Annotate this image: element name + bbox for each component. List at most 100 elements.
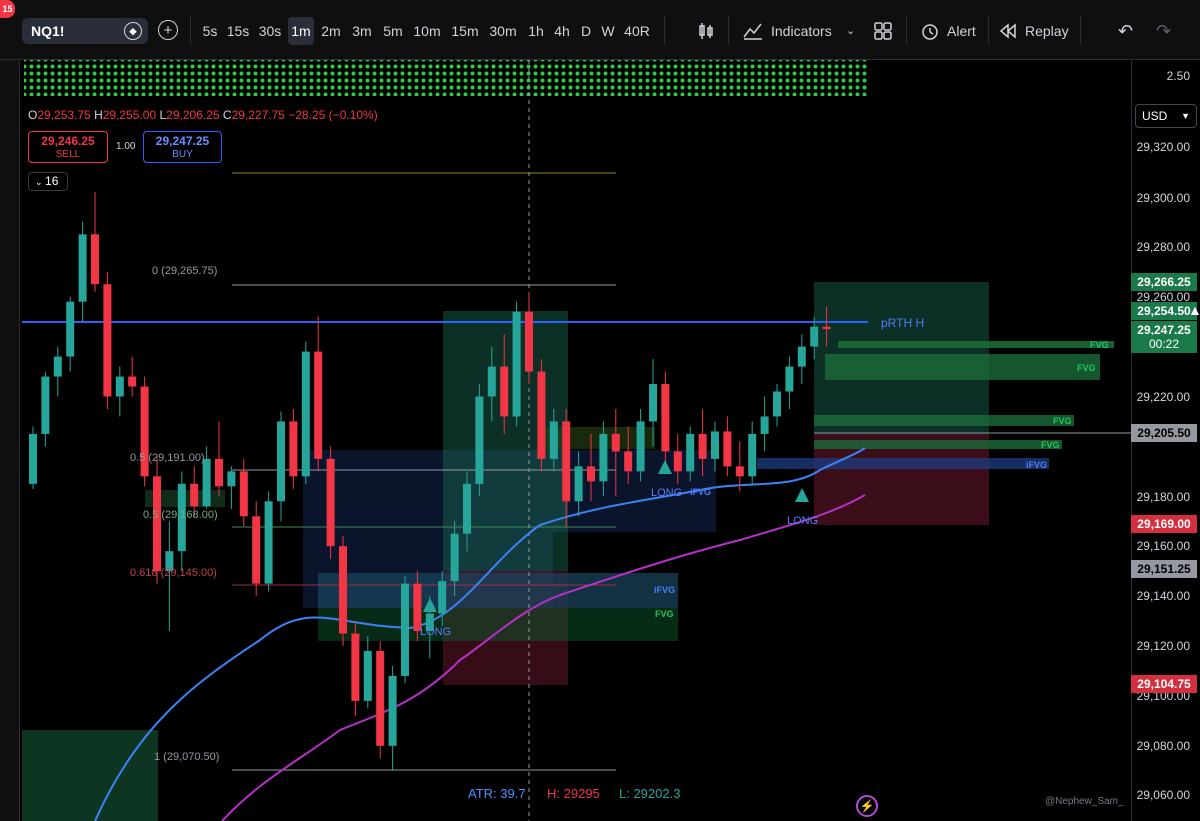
candle-body bbox=[599, 433, 608, 482]
candle-body bbox=[475, 396, 484, 484]
currency-select[interactable]: USD ▼ bbox=[1135, 104, 1197, 128]
long-label: LONG bbox=[651, 487, 683, 499]
indicators-collapse-toggle[interactable]: ⌄ 16 bbox=[28, 172, 68, 191]
author-watermark: @Nephew_Sam_ bbox=[1045, 796, 1124, 807]
candle-body bbox=[537, 371, 546, 459]
candle-body bbox=[636, 421, 645, 472]
sell-label: SELL bbox=[55, 149, 81, 160]
replay-button[interactable]: Replay bbox=[998, 17, 1069, 45]
candle-body bbox=[128, 376, 137, 387]
candle-body bbox=[326, 458, 335, 547]
candle-body bbox=[339, 546, 347, 634]
indicators-label: Indicators bbox=[771, 23, 832, 39]
fvg-tag: FVG bbox=[1077, 363, 1096, 373]
zone-ifvg-mid bbox=[318, 573, 678, 608]
candle-body bbox=[202, 458, 211, 507]
candle-body bbox=[190, 483, 199, 507]
ifvg-tag: iFVG bbox=[1026, 460, 1048, 470]
interval-1h[interactable]: 1h bbox=[524, 17, 548, 45]
interval-3m[interactable]: 3m bbox=[349, 17, 375, 45]
zone-ifvg-r bbox=[757, 458, 1049, 469]
interval-40r[interactable]: 40R bbox=[622, 17, 652, 45]
interval-5m[interactable]: 5m bbox=[380, 17, 406, 45]
candle-body bbox=[277, 421, 285, 502]
zone-fvg-r4 bbox=[814, 440, 1062, 449]
axis-tick: 29,160.00 bbox=[1136, 539, 1190, 553]
candle-body bbox=[41, 376, 50, 434]
buy-button[interactable]: 29,247.25 BUY bbox=[143, 131, 222, 163]
interval-4h[interactable]: 4h bbox=[550, 17, 574, 45]
candle-body bbox=[735, 466, 744, 477]
notification-badge[interactable]: 15 bbox=[0, 0, 15, 18]
grid-layout-icon bbox=[874, 22, 892, 40]
candle-body bbox=[115, 376, 124, 397]
price-chart[interactable] bbox=[0, 0, 1200, 821]
interval-5s[interactable]: 5s bbox=[198, 17, 222, 45]
long-signal-marker bbox=[795, 488, 809, 502]
interval-10m[interactable]: 10m bbox=[411, 17, 443, 45]
candle-body bbox=[487, 366, 496, 397]
candle-body bbox=[624, 451, 633, 472]
indicators-dropdown-icon[interactable]: ⌄ bbox=[846, 17, 855, 45]
chart-type-button[interactable] bbox=[696, 17, 716, 45]
high-stat: H: 29295 bbox=[547, 786, 600, 801]
interval-30m[interactable]: 30m bbox=[487, 17, 519, 45]
ohlc-legend: O29,253.75 H29,255.00 L29,206.25 C29,227… bbox=[28, 108, 378, 122]
candle-body bbox=[810, 326, 819, 347]
toolbar-divider bbox=[190, 16, 191, 44]
interval-2m[interactable]: 2m bbox=[318, 17, 344, 45]
stop-price-label: 29,169.00 bbox=[1131, 515, 1197, 533]
interval-15m[interactable]: 15m bbox=[449, 17, 481, 45]
toolbar-divider bbox=[728, 16, 729, 44]
compare-icon[interactable]: ◆ bbox=[124, 22, 142, 40]
interval-d[interactable]: D bbox=[577, 17, 595, 45]
candle-body bbox=[611, 433, 620, 452]
toolbar-divider bbox=[1080, 16, 1081, 44]
candle-body bbox=[549, 421, 558, 459]
alert-label: Alert bbox=[947, 23, 976, 39]
interval-15s[interactable]: 15s bbox=[224, 17, 252, 45]
drawing-tools-strip[interactable] bbox=[0, 60, 20, 821]
axis-tick: 2.50 bbox=[1166, 69, 1190, 83]
alert-button[interactable]: Alert bbox=[920, 17, 976, 45]
fvg-tag: FVG bbox=[1041, 440, 1060, 450]
candle-body bbox=[227, 471, 236, 487]
long-label: LONG bbox=[787, 515, 819, 527]
candle-body bbox=[587, 466, 595, 482]
candle-body bbox=[401, 583, 409, 676]
candle-body bbox=[153, 476, 161, 572]
candle-body bbox=[562, 421, 571, 502]
fib-label-05b: 0.5 (29,168.00) bbox=[143, 509, 218, 521]
candle-body bbox=[512, 311, 521, 417]
axis-tick: 29,300.00 bbox=[1136, 191, 1190, 205]
fvg-tag: FVG bbox=[655, 609, 674, 619]
interval-w[interactable]: W bbox=[598, 17, 618, 45]
candle-body bbox=[649, 384, 657, 422]
lightning-icon[interactable]: ⚡ bbox=[856, 795, 878, 817]
interval-1m[interactable]: 1m bbox=[288, 17, 314, 45]
mouse-cursor-icon: ▲ bbox=[1188, 302, 1200, 318]
chevron-down-icon: ▼ bbox=[1181, 111, 1190, 121]
candle-body bbox=[673, 451, 682, 472]
zone-fvg-r3 bbox=[814, 415, 1074, 426]
rewind-icon bbox=[999, 23, 1016, 39]
redo-icon[interactable]: ↷ bbox=[1156, 17, 1171, 45]
candle-body bbox=[215, 458, 223, 487]
layout-button[interactable] bbox=[873, 17, 893, 45]
candle-body bbox=[785, 366, 794, 392]
ohlc-high: 29,255.00 bbox=[102, 108, 157, 122]
order-quantity[interactable]: 1.00 bbox=[116, 141, 135, 152]
toolbar-divider bbox=[664, 16, 665, 44]
interval-30s[interactable]: 30s bbox=[256, 17, 284, 45]
sell-button[interactable]: 29,246.25 SELL bbox=[28, 131, 108, 163]
candle-body bbox=[822, 326, 831, 330]
add-symbol-icon[interactable]: + bbox=[158, 20, 178, 40]
candle-body bbox=[748, 433, 757, 477]
candle-body bbox=[66, 301, 75, 357]
indicators-button[interactable]: Indicators bbox=[742, 17, 832, 45]
candle-body bbox=[438, 581, 447, 614]
undo-icon[interactable]: ↶ bbox=[1118, 17, 1133, 45]
candle-body bbox=[376, 650, 385, 746]
symbol-search-button[interactable]: NQ1! ◆ bbox=[22, 18, 148, 44]
toolbar-divider bbox=[906, 16, 907, 44]
